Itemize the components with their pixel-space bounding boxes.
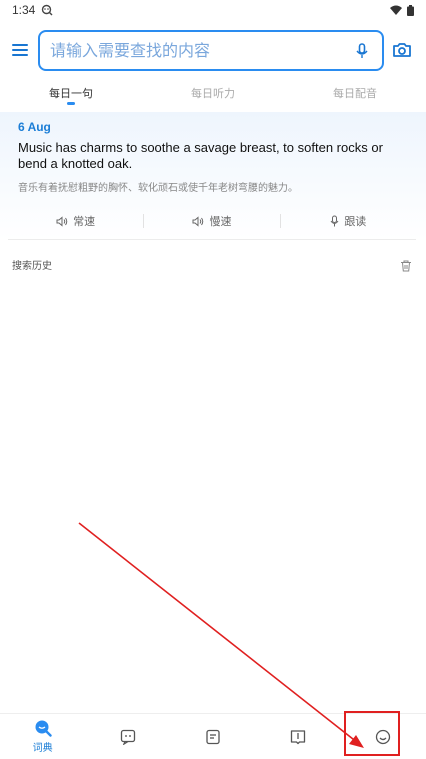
status-right: [390, 4, 414, 16]
notes-icon: [206, 729, 220, 744]
nav-dictionary-label: 词典: [32, 743, 53, 754]
app-notification-icon: [42, 4, 53, 16]
follow-read-label: 跟读: [344, 215, 367, 228]
speaker-icon: [56, 215, 68, 227]
wifi-icon: [390, 5, 402, 15]
battery-icon: [407, 4, 414, 16]
normal-speed-label: 常速: [73, 215, 96, 228]
daily-sentence-card[interactable]: 6 Aug Music has charms to soothe a savag…: [0, 112, 426, 240]
speaker-icon: [192, 215, 204, 227]
camera-icon: [393, 43, 411, 57]
menu-icon-bar: [12, 54, 28, 56]
menu-button[interactable]: [12, 42, 28, 58]
daily-tabs: 每日一句 每日听力 每日配音: [0, 80, 426, 108]
camera-button[interactable]: [392, 40, 412, 60]
chat-icon: [120, 729, 135, 745]
follow-read-button[interactable]: 跟读: [281, 213, 416, 229]
status-time: 1:34: [12, 3, 36, 17]
microphone-icon: [356, 42, 368, 58]
tab-daily-listening[interactable]: 每日听力: [142, 80, 284, 108]
search-history-header: 搜索历史: [12, 256, 414, 272]
nav-dictionary[interactable]: 词典: [0, 714, 85, 759]
dictionary-search-icon: [35, 720, 52, 737]
search-row: [0, 30, 426, 72]
menu-icon-bar: [12, 44, 28, 46]
sentence-date: 6 Aug: [18, 120, 51, 134]
search-box: [38, 30, 384, 71]
slow-speed-button[interactable]: 慢速: [144, 213, 279, 229]
microphone-icon: [330, 215, 339, 227]
tab-daily-dubbing[interactable]: 每日配音: [284, 80, 426, 108]
nav-profile[interactable]: [341, 714, 426, 759]
book-icon: [291, 729, 306, 744]
slow-speed-label: 慢速: [209, 215, 232, 228]
smiley-icon: [376, 729, 391, 744]
normal-speed-button[interactable]: 常速: [8, 213, 143, 229]
card-bottom-divider: [8, 239, 416, 240]
annotation-arrow: [78, 522, 359, 744]
clear-history-button[interactable]: [400, 257, 414, 272]
search-input[interactable]: [50, 32, 352, 69]
nav-book[interactable]: [256, 714, 341, 759]
tab-daily-sentence[interactable]: 每日一句: [0, 80, 142, 108]
voice-input-button[interactable]: [352, 40, 372, 62]
search-history-title: 搜索历史: [12, 260, 52, 272]
menu-icon-bar: [12, 49, 28, 51]
sentence-chinese: 音乐有着抚慰粗野的胸怀、软化顽石或使千年老树弯腰的魅力。: [18, 183, 298, 194]
status-bar: 1:34: [0, 0, 426, 20]
sentence-english: Music has charms to soothe a savage brea…: [18, 140, 383, 171]
bottom-navigation: 词典: [0, 713, 426, 759]
nav-chat[interactable]: [85, 714, 170, 759]
audio-actions: 常速 慢速 跟读: [8, 210, 416, 232]
trash-icon: [401, 260, 411, 272]
nav-notes[interactable]: [170, 714, 255, 759]
status-left: 1:34: [12, 3, 53, 17]
